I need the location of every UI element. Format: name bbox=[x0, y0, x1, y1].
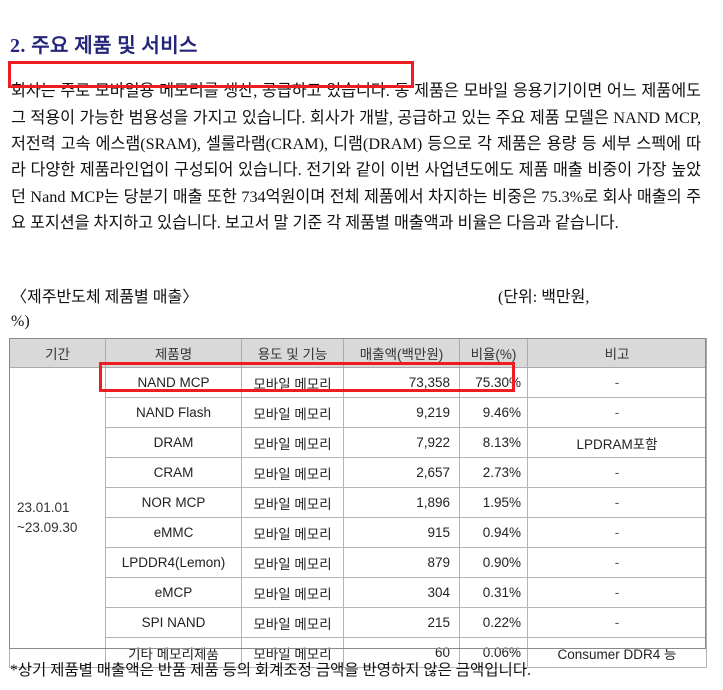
table-row: 23.01.01 ~23.09.30 NAND MCP 모바일 메모리 73,3… bbox=[9, 367, 707, 668]
cell-ratio: 0.94% bbox=[459, 517, 528, 548]
cell-amount: 304 bbox=[343, 577, 460, 608]
cell-ratio: 0.31% bbox=[459, 577, 528, 608]
table-row: LPDDR4(Lemon) 모바일 메모리 879 0.90% - bbox=[10, 547, 707, 578]
column-header-use: 용도 및 기능 bbox=[241, 338, 344, 368]
table-unit-note-line1: (단위: 백만원, bbox=[498, 289, 590, 306]
column-header-amount: 매출액(백만원) bbox=[343, 338, 460, 368]
period-cell: 23.01.01 ~23.09.30 bbox=[9, 367, 106, 668]
cell-remark: LPDRAM포함 bbox=[527, 427, 707, 458]
cell-amount: 7,922 bbox=[343, 427, 460, 458]
cell-use: 모바일 메모리 bbox=[241, 517, 344, 548]
cell-use: 모바일 메모리 bbox=[241, 367, 344, 398]
cell-remark: - bbox=[527, 487, 707, 518]
cell-remark: - bbox=[527, 457, 707, 488]
body-paragraph: 회사는 주로 모바일용 메모리를 생산, 공급하고 있습니다. 동 제품은 모바… bbox=[11, 78, 701, 236]
cell-use: 모바일 메모리 bbox=[241, 397, 344, 428]
cell-remark: - bbox=[527, 607, 707, 638]
page-title: 2. 주요 제품 및 서비스 bbox=[10, 34, 198, 57]
cell-remark: Consumer DDR4 등 bbox=[527, 637, 707, 668]
cell-product: NAND MCP bbox=[105, 367, 242, 398]
cell-use: 모바일 메모리 bbox=[241, 457, 344, 488]
cell-ratio: 9.46% bbox=[459, 397, 528, 428]
cell-remark: - bbox=[527, 367, 707, 398]
cell-amount: 73,358 bbox=[343, 367, 460, 398]
period-start: 23.01.01 bbox=[17, 499, 70, 515]
cell-use: 모바일 메모리 bbox=[241, 487, 344, 518]
table-header-row: 기간 제품명 용도 및 기능 매출액(백만원) 비율(%) 비고 bbox=[9, 338, 707, 368]
paragraph-remainder: 동 제품은 모바일 응용기기이면 어느 제품에도 그 적용이 가능한 범용성을 … bbox=[11, 82, 701, 233]
cell-amount: 9,219 bbox=[343, 397, 460, 428]
cell-amount: 2,657 bbox=[343, 457, 460, 488]
cell-product: eMMC bbox=[105, 517, 242, 548]
cell-ratio: 75.30% bbox=[459, 367, 528, 398]
table-row: eMMC 모바일 메모리 915 0.94% - bbox=[10, 517, 707, 548]
cell-amount: 1,896 bbox=[343, 487, 460, 518]
table-footnote: *상기 제품별 매출액은 반품 제품 등의 회계조정 금액을 반영하지 않은 금… bbox=[10, 662, 531, 679]
cell-product: LPDDR4(Lemon) bbox=[105, 547, 242, 578]
cell-remark: - bbox=[527, 547, 707, 578]
table-row: DRAM 모바일 메모리 7,922 8.13% LPDRAM포함 bbox=[10, 427, 707, 458]
cell-product: DRAM bbox=[105, 427, 242, 458]
cell-ratio: 2.73% bbox=[459, 457, 528, 488]
highlighted-sentence: 회사는 주로 모바일용 메모리를 생산, 공급하고 있습니다. bbox=[11, 82, 390, 101]
table-row: eMCP 모바일 메모리 304 0.31% - bbox=[10, 577, 707, 608]
cell-ratio: 0.22% bbox=[459, 607, 528, 638]
cell-product: eMCP bbox=[105, 577, 242, 608]
column-header-period: 기간 bbox=[9, 338, 106, 368]
cell-ratio: 0.90% bbox=[459, 547, 528, 578]
column-header-remark: 비고 bbox=[527, 338, 707, 368]
cell-ratio: 1.95% bbox=[459, 487, 528, 518]
period-end: ~23.09.30 bbox=[17, 519, 78, 535]
cell-amount: 215 bbox=[343, 607, 460, 638]
cell-use: 모바일 메모리 bbox=[241, 577, 344, 608]
table-row: CRAM 모바일 메모리 2,657 2.73% - bbox=[10, 457, 707, 488]
table-unit-note-line2: %) bbox=[11, 313, 30, 330]
cell-use: 모바일 메모리 bbox=[241, 427, 344, 458]
cell-amount: 879 bbox=[343, 547, 460, 578]
cell-product: NAND Flash bbox=[105, 397, 242, 428]
cell-remark: - bbox=[527, 397, 707, 428]
cell-product: SPI NAND bbox=[105, 607, 242, 638]
table-header: 기간 제품명 용도 및 기능 매출액(백만원) 비율(%) 비고 bbox=[9, 338, 707, 368]
table-row: NOR MCP 모바일 메모리 1,896 1.95% - bbox=[10, 487, 707, 518]
column-header-ratio: 비율(%) bbox=[459, 338, 528, 368]
column-header-product: 제품명 bbox=[105, 338, 242, 368]
cell-ratio: 8.13% bbox=[459, 427, 528, 458]
table-caption-title: 〈제주반도체 제품별 매출〉 bbox=[11, 289, 199, 306]
cell-use: 모바일 메모리 bbox=[241, 607, 344, 638]
sales-table-container: 기간 제품명 용도 및 기능 매출액(백만원) 비율(%) 비고 23.01.0… bbox=[9, 338, 707, 668]
cell-product: NOR MCP bbox=[105, 487, 242, 518]
cell-remark: - bbox=[527, 517, 707, 548]
cell-product: CRAM bbox=[105, 457, 242, 488]
cell-remark: - bbox=[527, 577, 707, 608]
table-row: SPI NAND 모바일 메모리 215 0.22% - bbox=[10, 607, 707, 638]
document-page: 2. 주요 제품 및 서비스 회사는 주로 모바일용 메모리를 생산, 공급하고… bbox=[0, 0, 723, 690]
cell-use: 모바일 메모리 bbox=[241, 547, 344, 578]
table-body: 23.01.01 ~23.09.30 NAND MCP 모바일 메모리 73,3… bbox=[9, 367, 707, 668]
cell-amount: 915 bbox=[343, 517, 460, 548]
table-row: NAND Flash 모바일 메모리 9,219 9.46% - bbox=[10, 397, 707, 428]
product-sales-table: 기간 제품명 용도 및 기능 매출액(백만원) 비율(%) 비고 23.01.0… bbox=[9, 338, 707, 668]
